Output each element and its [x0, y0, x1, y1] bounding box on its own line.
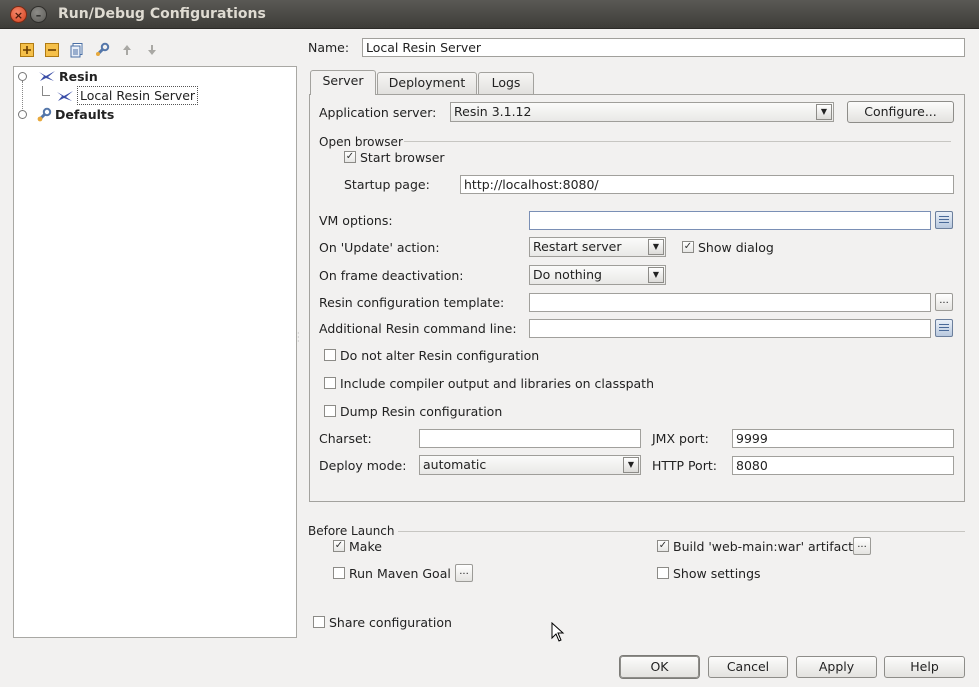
startup-page-label: Startup page:: [344, 177, 430, 192]
include-compiler-output-label: Include compiler output and libraries on…: [340, 376, 655, 391]
apply-button[interactable]: Apply: [796, 656, 877, 678]
chevron-down-icon: ▼: [816, 104, 832, 120]
share-configuration-checkbox[interactable]: [313, 616, 325, 628]
group-separator: [404, 141, 951, 142]
start-browser-checkbox[interactable]: ✓: [344, 151, 356, 163]
make-label: Make: [349, 539, 382, 554]
expand-editor-icon[interactable]: [935, 211, 953, 229]
on-frame-deactivation-label: On frame deactivation:: [319, 268, 464, 283]
dump-config-label: Dump Resin configuration: [340, 404, 503, 419]
application-server-select[interactable]: Resin 3.1.12 ▼: [450, 102, 834, 122]
mouse-cursor-icon: [551, 621, 565, 644]
build-artifact-checkbox[interactable]: ✓: [657, 540, 669, 552]
tree-item-local-resin-server[interactable]: Local Resin Server: [77, 86, 199, 105]
jmx-port-label: JMX port:: [652, 431, 709, 446]
before-launch-title: Before Launch: [308, 524, 395, 538]
tree-expander-defaults[interactable]: [18, 110, 27, 119]
chevron-down-icon: ▼: [648, 239, 664, 255]
show-settings-label: Show settings: [673, 566, 761, 581]
cancel-button[interactable]: Cancel: [708, 656, 788, 678]
on-update-value: Restart server: [533, 239, 622, 254]
http-port-input[interactable]: 8080: [732, 456, 954, 475]
splitter-handle[interactable]: · · ·: [297, 330, 301, 346]
copy-icon[interactable]: [69, 42, 85, 58]
tab-server[interactable]: Server: [310, 70, 376, 95]
arrow-up-icon[interactable]: [119, 42, 135, 58]
ok-button[interactable]: OK: [620, 656, 699, 678]
close-window-button[interactable]: ×: [10, 6, 27, 23]
window-title: Run/Debug Configurations: [58, 6, 266, 22]
chevron-down-icon: ▼: [623, 457, 639, 473]
make-checkbox[interactable]: ✓: [333, 540, 345, 552]
resin-icon: [38, 69, 56, 83]
expand-editor-icon[interactable]: [935, 319, 953, 337]
run-maven-goal-label: Run Maven Goal: [349, 566, 451, 581]
deploy-mode-value: automatic: [423, 457, 487, 472]
do-not-alter-label: Do not alter Resin configuration: [340, 348, 540, 363]
tree-connector: [42, 86, 50, 96]
tab-logs[interactable]: Logs: [478, 72, 534, 94]
tree-item-resin[interactable]: Resin: [59, 67, 98, 86]
application-server-label: Application server:: [319, 105, 437, 120]
name-input[interactable]: Local Resin Server: [362, 38, 965, 57]
on-frame-deactivation-select[interactable]: Do nothing ▼: [529, 265, 666, 285]
deploy-mode-select[interactable]: automatic ▼: [419, 455, 641, 475]
tab-deployment[interactable]: Deployment: [377, 72, 477, 94]
deploy-mode-label: Deploy mode:: [319, 458, 407, 473]
maven-goal-options-button[interactable]: ...: [455, 564, 473, 582]
name-label: Name:: [308, 40, 350, 55]
show-settings-checkbox[interactable]: [657, 567, 669, 579]
config-template-input[interactable]: [529, 293, 931, 312]
include-compiler-output-checkbox[interactable]: [324, 377, 336, 389]
resin-server-icon: [56, 89, 74, 103]
show-dialog-checkbox[interactable]: ✓: [682, 241, 694, 253]
defaults-wrench-icon: [36, 107, 52, 123]
command-line-label: Additional Resin command line:: [319, 321, 517, 336]
remove-icon[interactable]: [44, 42, 60, 58]
add-icon[interactable]: [19, 42, 35, 58]
show-dialog-label: Show dialog: [698, 240, 774, 255]
on-frame-deactivation-value: Do nothing: [533, 267, 602, 282]
vm-options-label: VM options:: [319, 213, 393, 228]
on-update-select[interactable]: Restart server ▼: [529, 237, 666, 257]
vm-options-input[interactable]: [529, 211, 931, 230]
on-update-label: On 'Update' action:: [319, 240, 440, 255]
startup-page-input[interactable]: http://localhost:8080/: [460, 175, 954, 194]
build-artifact-options-button[interactable]: ...: [853, 537, 871, 555]
run-maven-goal-checkbox[interactable]: [333, 567, 345, 579]
application-server-value: Resin 3.1.12: [454, 104, 532, 119]
tree-item-defaults[interactable]: Defaults: [55, 105, 114, 124]
jmx-port-input[interactable]: 9999: [732, 429, 954, 448]
share-configuration-label: Share configuration: [329, 615, 452, 630]
do-not-alter-checkbox[interactable]: [324, 349, 336, 361]
charset-input[interactable]: [419, 429, 641, 448]
start-browser-label: Start browser: [360, 150, 445, 165]
command-line-input[interactable]: [529, 319, 931, 338]
configurations-tree[interactable]: Resin Local Resin Server Defaults: [13, 66, 297, 638]
charset-label: Charset:: [319, 431, 372, 446]
chevron-down-icon: ▼: [648, 267, 664, 283]
configure-button[interactable]: Configure...: [847, 101, 954, 123]
tree-expander-resin[interactable]: [18, 72, 27, 81]
config-template-label: Resin configuration template:: [319, 295, 505, 310]
arrow-down-icon[interactable]: [144, 42, 160, 58]
build-artifact-label: Build 'web-main:war' artifact: [673, 539, 854, 554]
dump-config-checkbox[interactable]: [324, 405, 336, 417]
minimize-window-button[interactable]: –: [30, 6, 47, 23]
browse-template-button[interactable]: ...: [935, 293, 953, 311]
help-button[interactable]: Help: [884, 656, 965, 678]
wrench-icon[interactable]: [94, 42, 110, 58]
group-separator: [398, 531, 965, 532]
http-port-label: HTTP Port:: [652, 458, 717, 473]
open-browser-group-title: Open browser: [319, 135, 403, 149]
